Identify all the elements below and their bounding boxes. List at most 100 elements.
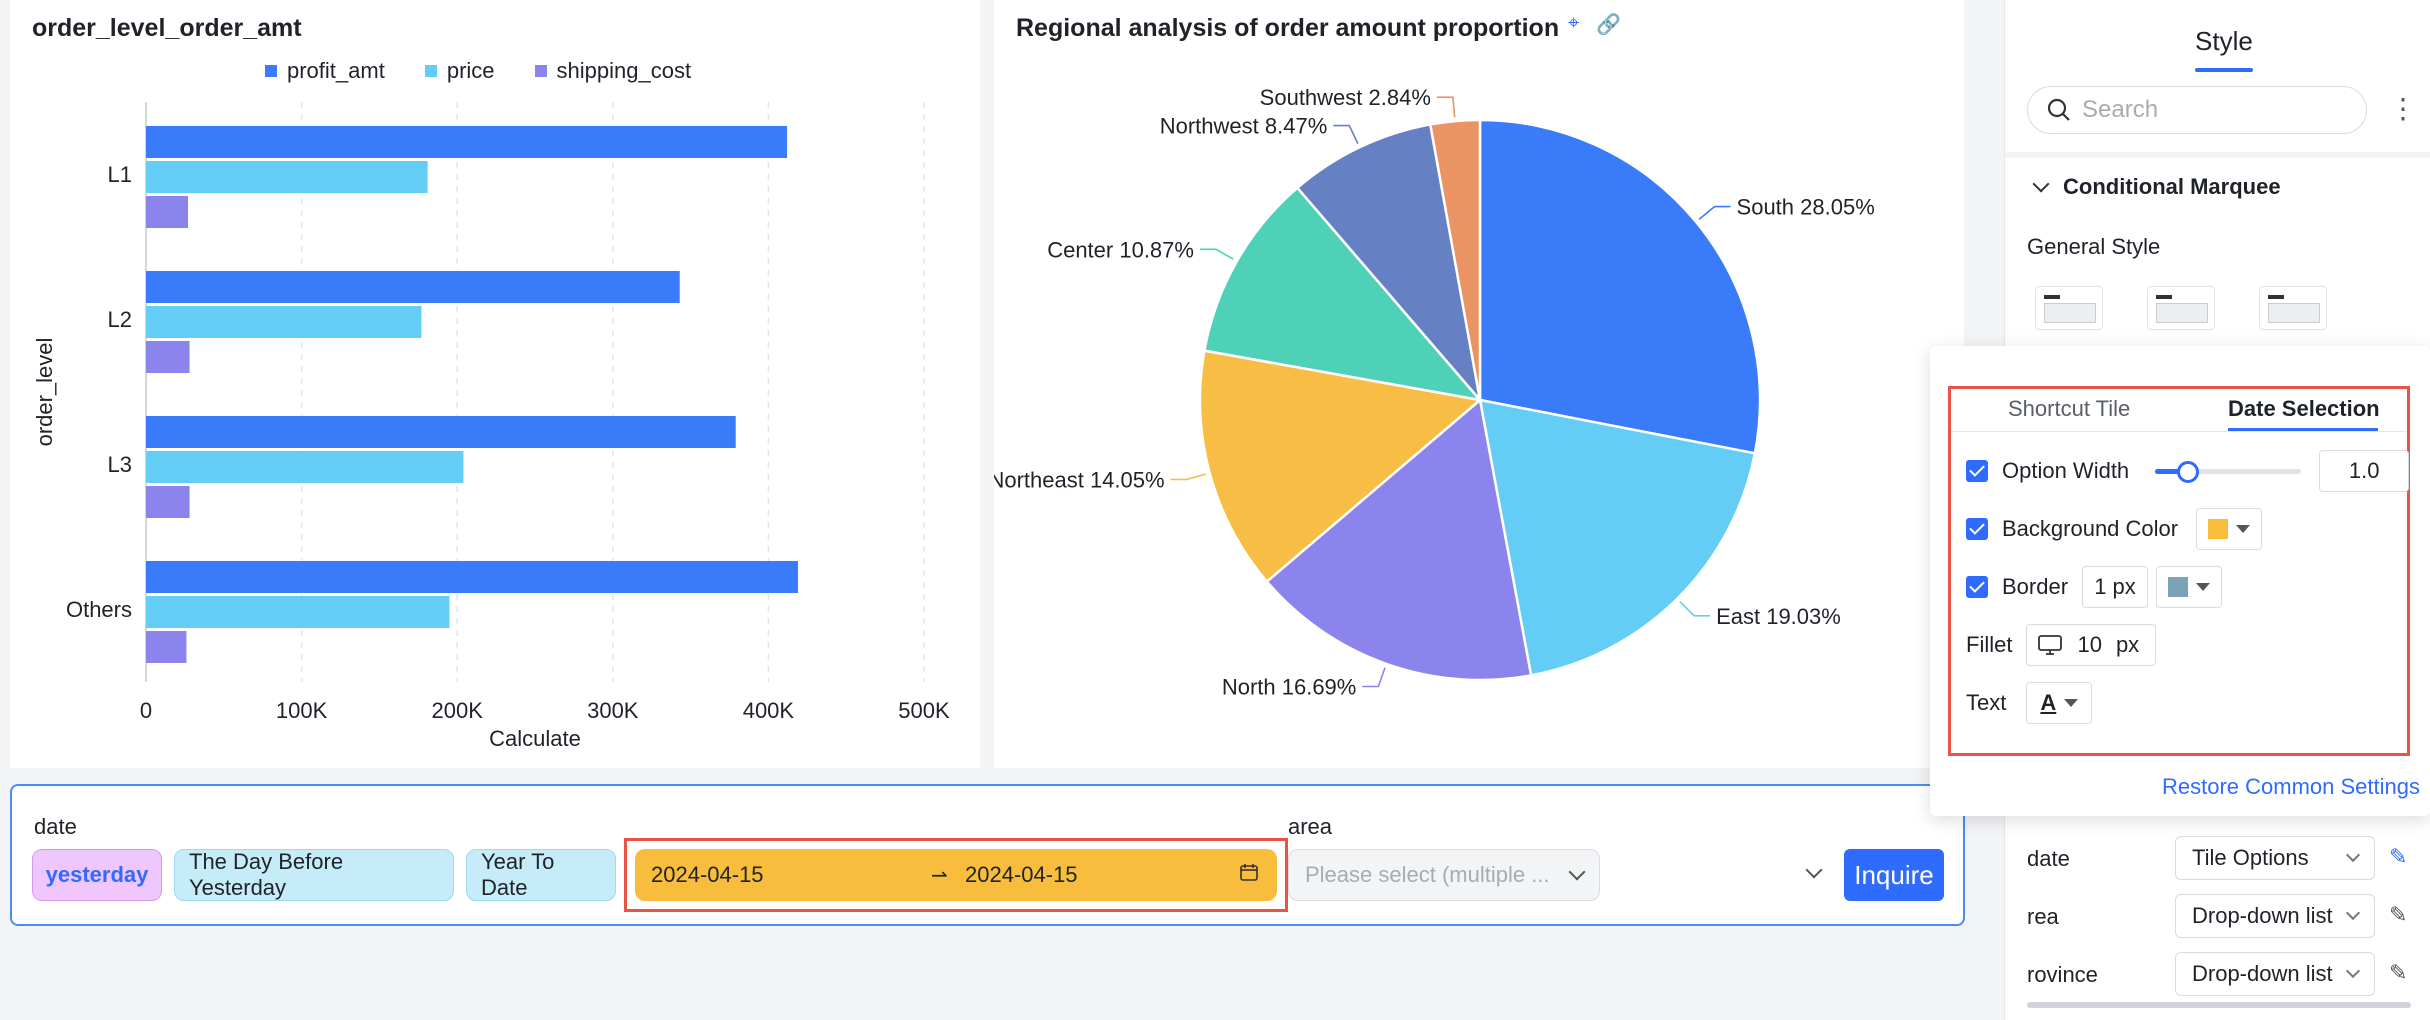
range-end: 2024-04-15 (965, 862, 1078, 887)
option-width-input[interactable]: 1.0 (2319, 450, 2410, 492)
x-tick-label: 500K (898, 698, 950, 723)
chevron-down-icon (1568, 863, 1586, 881)
panel-divider (2005, 152, 2430, 158)
area-placeholder: Please select (multiple ... (1305, 862, 1550, 887)
y-tick-label: Others (66, 597, 132, 622)
general-style-label: General Style (2027, 234, 2161, 259)
inquire-button[interactable]: Inquire (1844, 849, 1944, 901)
dropdown-value: Drop-down list (2192, 961, 2333, 986)
bar-profit_amt-L1[interactable] (146, 126, 788, 158)
bar-shipping_cost-Others[interactable] (146, 631, 187, 663)
expand-chevron-icon[interactable] (1805, 861, 1823, 879)
bar-profit_amt-Others[interactable] (146, 561, 798, 593)
edit-icon[interactable]: ✎ (2389, 960, 2407, 986)
bar-shipping_cost-L3[interactable] (146, 486, 190, 518)
y-tick-label: L3 (108, 452, 132, 477)
pie-leader-line (1170, 473, 1207, 481)
chip-day-before-yesterday[interactable]: The Day Before Yesterday (174, 849, 454, 901)
style-thumb-1[interactable] (2035, 286, 2103, 330)
horizontal-scrollbar[interactable] (2027, 1002, 2411, 1008)
border-width-input[interactable]: 1 px (2082, 566, 2149, 608)
tab-style[interactable]: Style (2195, 26, 2253, 57)
option-width-checkbox[interactable] (1966, 460, 1988, 482)
slider-handle[interactable] (2177, 461, 2200, 483)
pie-data-label: South 28.05% (1737, 195, 1875, 220)
pie-chart-svg: South 28.05% East 19.03% North 16.69% North… (994, 85, 1875, 699)
section-conditional-marquee[interactable]: Conditional Marquee (2063, 174, 2281, 200)
area-select[interactable]: Please select (multiple ... (1288, 849, 1600, 901)
border-color-picker[interactable] (2156, 566, 2223, 608)
edit-icon[interactable]: ✎ (2389, 844, 2407, 870)
border-unit: px (2112, 574, 2136, 599)
option-width-label: Option Width (2002, 458, 2130, 483)
border-label: Border (2002, 574, 2069, 599)
fillet-input[interactable]: 10 px (2026, 624, 2157, 666)
x-tick-label: 100K (276, 698, 328, 723)
y-tick-label: L2 (108, 307, 132, 332)
y-tick-label: L1 (108, 162, 132, 187)
row-label-date: date (2027, 846, 2070, 871)
edit-icon[interactable]: ✎ (2389, 902, 2407, 928)
pie-data-label: Northwest 8.47% (1160, 114, 1328, 139)
chip-year-to-date[interactable]: Year To Date (466, 849, 616, 901)
caret-down-icon (2236, 525, 2251, 533)
date-filter-label: date (34, 814, 77, 839)
chip-yesterday[interactable]: yesterday (32, 849, 162, 901)
panel-search-input[interactable]: Search (2027, 86, 2367, 134)
row-label-province: rovince (2027, 962, 2098, 987)
pie-slice-0[interactable] (1478, 118, 1762, 455)
dropdown-area-type[interactable]: Drop-down list (2175, 894, 2375, 938)
area-filter-label: area (1288, 814, 1333, 839)
style-thumb-2[interactable] (2147, 286, 2215, 330)
more-icon[interactable]: ⋮ (2389, 92, 2417, 125)
date-range-picker[interactable]: 2024-04-15 ⇀ 2024-04-15 (635, 849, 1277, 901)
style-thumb-3[interactable] (2259, 286, 2327, 330)
tab-underline (2195, 68, 2253, 72)
dropdown-province-type[interactable]: Drop-down list (2175, 952, 2375, 996)
x-tick-label: 400K (743, 698, 795, 723)
chevron-down-icon (2345, 963, 2361, 979)
background-color-checkbox[interactable] (1966, 518, 1988, 540)
pie-chart-card: Regional analysis of order amount propor… (994, 0, 1964, 768)
chevron-down-icon (2345, 905, 2361, 921)
bar-shipping_cost-L1[interactable] (146, 196, 189, 228)
tab-shortcut-tile[interactable]: Shortcut Tile (2008, 396, 2130, 422)
background-color-row: Background Color (1966, 508, 2263, 550)
bar-shipping_cost-L2[interactable] (146, 341, 190, 373)
pie-data-label: Southwest 2.84% (1260, 85, 1431, 110)
bar-price-Others[interactable] (146, 596, 450, 628)
color-swatch (2208, 519, 2229, 539)
dropdown-date-type[interactable]: Tile Options (2175, 836, 2375, 880)
text-color-picker[interactable]: A (2026, 682, 2093, 724)
restore-common-settings-link[interactable]: Restore Common Settings (2162, 774, 2420, 800)
chevron-down-icon (2345, 847, 2361, 863)
pie-data-label: Center 10.87% (1047, 237, 1194, 262)
border-checkbox[interactable] (1966, 576, 1988, 598)
text-row: Text A (1966, 682, 2093, 724)
range-start: 2024-04-15 (651, 862, 764, 887)
option-width-row: Option Width 1.0 (1966, 450, 2410, 492)
collapse-chevron-icon[interactable] (2032, 175, 2050, 193)
pie-data-label: Northeast 14.05% (994, 467, 1165, 492)
fillet-label: Fillet (1966, 632, 2013, 657)
query-filter-bar: date yesterday The Day Before Yesterday … (10, 784, 1965, 926)
range-arrow-icon: ⇀ (931, 864, 948, 887)
background-color-label: Background Color (2002, 516, 2179, 541)
pie-leader-line (1199, 248, 1234, 260)
tab-date-selection[interactable]: Date Selection (2228, 396, 2380, 422)
dropdown-value: Tile Options (2192, 845, 2309, 870)
pie-leader-line (1698, 205, 1731, 220)
background-color-picker[interactable] (2196, 508, 2263, 550)
bar-profit_amt-L3[interactable] (146, 416, 736, 448)
row-label-area: rea (2027, 904, 2059, 929)
bar-price-L1[interactable] (146, 161, 428, 193)
date-style-popover: Shortcut Tile Date Selection Option Widt… (1930, 346, 2430, 816)
fillet-unit: px (2115, 632, 2140, 657)
bar-profit_amt-L2[interactable] (146, 271, 680, 303)
option-width-slider[interactable] (2155, 461, 2302, 483)
y-axis-label: order_level (32, 338, 57, 447)
text-label: Text (1966, 690, 2007, 715)
bar-price-L2[interactable] (146, 306, 422, 338)
pie-leader-line (1436, 96, 1456, 118)
bar-price-L3[interactable] (146, 451, 464, 483)
